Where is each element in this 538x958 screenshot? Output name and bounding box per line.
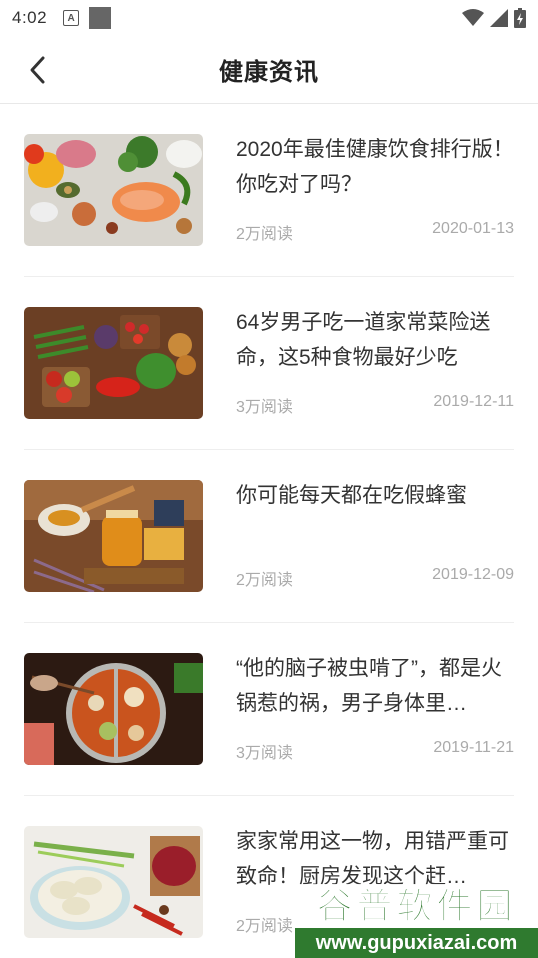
watermark-title: 谷普软件园 <box>295 884 538 928</box>
news-item[interactable]: 2020年最佳健康饮食排行版！你吃对了吗？ 2万阅读 2020-01-13 <box>24 104 514 277</box>
wifi-icon <box>462 9 484 26</box>
nav-bar: 健康资讯 <box>0 36 538 104</box>
healthy-food-thumbnail <box>24 134 203 246</box>
battery-charging-icon <box>514 8 526 28</box>
news-title: “他的脑子被虫啃了”，都是火锅惹的祸，男子身体里… <box>236 657 502 715</box>
back-chevron-icon <box>30 56 45 84</box>
a-notification-icon: A <box>63 10 80 26</box>
news-title: 64岁男子吃一道家常菜险送命，这5种食物最好少吃 <box>236 311 491 369</box>
news-item[interactable]: 你可能每天都在吃假蜂蜜 2万阅读 2019-12-09 <box>24 450 514 623</box>
news-read-count: 3万阅读 <box>236 399 293 416</box>
news-date: 2019-12-11 <box>433 393 514 410</box>
status-notification-icons: A <box>63 7 112 29</box>
dumplings-thumbnail <box>24 826 203 938</box>
honey-thumbnail <box>24 480 203 592</box>
news-read-count: 2万阅读 <box>236 918 293 935</box>
news-item[interactable]: “他的脑子被虫啃了”，都是火锅惹的祸，男子身体里… 3万阅读 2019-11-2… <box>24 623 514 796</box>
news-date: 2019-11-21 <box>433 739 514 756</box>
watermark: 谷普软件园 www.gupuxiazai.com <box>295 884 538 958</box>
news-title: 2020年最佳健康饮食排行版！你吃对了吗？ <box>236 138 514 196</box>
hotpot-thumbnail <box>24 653 203 765</box>
signal-icon <box>490 9 508 27</box>
news-read-count: 3万阅读 <box>236 745 293 762</box>
news-title: 你可能每天都在吃假蜂蜜 <box>236 484 467 507</box>
page-title: 健康资讯 <box>219 59 319 86</box>
watermark-url: www.gupuxiazai.com <box>295 928 538 958</box>
vegetables-thumbnail <box>24 307 203 419</box>
news-read-count: 2万阅读 <box>236 226 293 243</box>
news-item[interactable]: 64岁男子吃一道家常菜险送命，这5种食物最好少吃 3万阅读 2019-12-11 <box>24 277 514 450</box>
status-system-icons <box>462 8 526 28</box>
status-bar: 4:02 A <box>0 0 538 36</box>
news-read-count: 2万阅读 <box>236 572 293 589</box>
news-date: 2019-12-09 <box>432 566 514 583</box>
square-notification-icon <box>89 7 112 29</box>
news-date: 2020-01-13 <box>432 220 514 237</box>
status-time: 4:02 <box>12 8 48 27</box>
back-button[interactable] <box>18 50 58 90</box>
news-list: 2020年最佳健康饮食排行版！你吃对了吗？ 2万阅读 2020-01-13 64… <box>0 104 538 958</box>
